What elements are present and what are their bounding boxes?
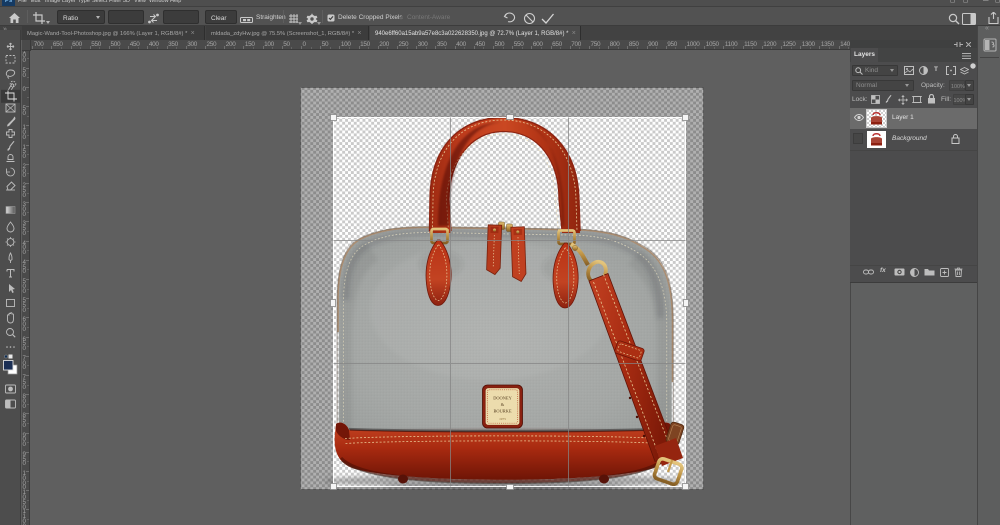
svg-text:&: & bbox=[501, 402, 505, 407]
svg-text:BOURKE: BOURKE bbox=[493, 409, 511, 414]
svg-text:DOONEY: DOONEY bbox=[493, 396, 512, 401]
svg-text:1975: 1975 bbox=[499, 417, 506, 421]
